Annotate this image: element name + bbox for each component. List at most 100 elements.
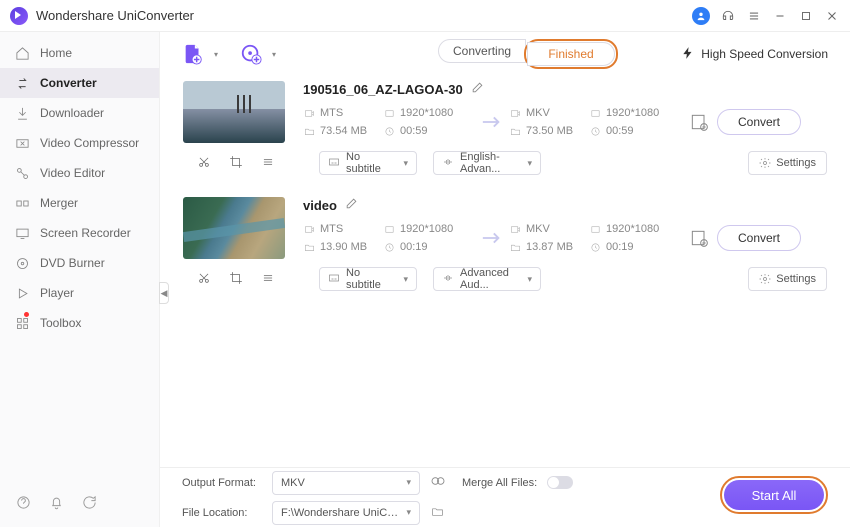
bell-icon[interactable] [49, 495, 64, 513]
file-list: 190516_06_AZ-LAGOA-30 MTS 73.54 MB 1920*… [160, 76, 850, 467]
src-dur: 00:19 [400, 241, 428, 253]
sidebar-item-compressor[interactable]: Video Compressor [0, 128, 159, 158]
home-icon [14, 45, 30, 61]
resolution-icon [383, 223, 395, 235]
sidebar-item-label: Merger [40, 196, 78, 210]
crop-icon[interactable] [229, 155, 243, 172]
subtitle-select[interactable]: No subtitle▾ [319, 267, 417, 291]
subtitle-select[interactable]: No subtitle▾ [319, 151, 417, 175]
out-size: 73.50 MB [526, 125, 573, 137]
convert-button[interactable]: Convert [717, 109, 801, 135]
add-disc-button[interactable] [240, 43, 262, 65]
sidebar-item-player[interactable]: Player [0, 278, 159, 308]
sidebar-item-home[interactable]: Home [0, 38, 159, 68]
convert-button[interactable]: Convert [717, 225, 801, 251]
clock-icon [589, 125, 601, 137]
file-card: 190516_06_AZ-LAGOA-30 MTS 73.54 MB 1920*… [182, 76, 828, 182]
app-logo [10, 7, 28, 25]
more-icon[interactable] [261, 155, 275, 172]
trim-icon[interactable] [197, 155, 211, 172]
compress-icon [14, 135, 30, 151]
feedback-icon[interactable] [82, 495, 97, 513]
sidebar-item-downloader[interactable]: Downloader [0, 98, 159, 128]
sidebar-item-converter[interactable]: Converter [0, 68, 159, 98]
chevron-down-icon: ▾ [406, 507, 411, 518]
video-thumbnail[interactable] [183, 197, 285, 259]
output-format-label: Output Format: [182, 477, 262, 489]
high-speed-toggle[interactable]: High Speed Conversion [681, 46, 828, 63]
edit-icon[interactable] [471, 81, 484, 97]
chevron-down-icon[interactable]: ▾ [272, 50, 276, 59]
sidebar-item-label: Downloader [40, 106, 104, 120]
merge-toggle[interactable] [547, 476, 573, 489]
merger-icon [14, 195, 30, 211]
add-file-button[interactable] [182, 43, 204, 65]
sidebar-item-label: Player [40, 286, 74, 300]
resolution-icon [589, 107, 601, 119]
sidebar-item-toolbox[interactable]: Toolbox [0, 308, 159, 338]
minimize-icon[interactable] [772, 8, 788, 24]
converter-icon [14, 75, 30, 91]
folder-icon [509, 125, 521, 137]
recorder-icon [14, 225, 30, 241]
settings-button[interactable]: Settings [748, 267, 827, 291]
src-size: 73.54 MB [320, 125, 367, 137]
sidebar-item-dvd[interactable]: DVD Burner [0, 248, 159, 278]
chevron-down-icon[interactable]: ▾ [214, 50, 218, 59]
arrow-icon [475, 115, 509, 129]
video-icon [303, 107, 315, 119]
crop-icon[interactable] [229, 271, 243, 288]
toolbox-icon [14, 315, 30, 331]
video-thumbnail[interactable] [183, 81, 285, 143]
video-icon [303, 223, 315, 235]
chevron-down-icon: ▾ [406, 477, 411, 488]
audio-select[interactable]: Advanced Aud...▾ [433, 267, 541, 291]
src-res: 1920*1080 [400, 107, 453, 119]
out-size: 13.87 MB [526, 241, 573, 253]
sidebar: Home Converter Downloader Video Compress… [0, 32, 160, 527]
subtitle-icon [328, 272, 340, 287]
account-icon[interactable] [692, 7, 710, 25]
tab-converting[interactable]: Converting [438, 39, 526, 63]
collapse-sidebar-handle[interactable]: ◀ [159, 282, 169, 304]
audio-select[interactable]: English-Advan...▾ [433, 151, 541, 175]
arrow-icon [475, 231, 509, 245]
out-dur: 00:59 [606, 125, 634, 137]
src-format: MTS [320, 223, 343, 235]
sidebar-item-label: Converter [40, 76, 97, 90]
settings-button[interactable]: Settings [748, 151, 827, 175]
sidebar-item-label: Toolbox [40, 316, 81, 330]
clock-icon [383, 125, 395, 137]
sidebar-item-label: Home [40, 46, 72, 60]
start-all-button[interactable]: Start All [724, 480, 824, 510]
out-res: 1920*1080 [606, 223, 659, 235]
subtitle-icon [328, 156, 340, 171]
sidebar-item-merger[interactable]: Merger [0, 188, 159, 218]
sidebar-item-editor[interactable]: Video Editor [0, 158, 159, 188]
more-icon[interactable] [261, 271, 275, 288]
sidebar-item-recorder[interactable]: Screen Recorder [0, 218, 159, 248]
editor-icon [14, 165, 30, 181]
out-format: MKV [526, 223, 550, 235]
open-folder-icon[interactable] [430, 505, 445, 521]
trim-icon[interactable] [197, 271, 211, 288]
resolution-icon [383, 107, 395, 119]
out-res: 1920*1080 [606, 107, 659, 119]
tab-finished[interactable]: Finished [527, 42, 615, 66]
sidebar-item-label: Video Editor [40, 166, 105, 180]
edit-icon[interactable] [345, 197, 358, 213]
file-card: video MTS 13.90 MB 1920*1080 00:19 [182, 192, 828, 298]
help-icon[interactable] [16, 495, 31, 513]
folder-icon [303, 241, 315, 253]
src-res: 1920*1080 [400, 223, 453, 235]
output-settings-icon[interactable] [681, 228, 717, 248]
support-icon[interactable] [720, 8, 736, 24]
merge-icon[interactable] [430, 473, 446, 492]
maximize-icon[interactable] [798, 8, 814, 24]
menu-icon[interactable] [746, 8, 762, 24]
output-format-select[interactable]: MKV▾ [272, 471, 420, 495]
close-icon[interactable] [824, 8, 840, 24]
file-location-select[interactable]: F:\Wondershare UniConverter▾ [272, 501, 420, 525]
output-settings-icon[interactable] [681, 112, 717, 132]
disc-icon [14, 255, 30, 271]
